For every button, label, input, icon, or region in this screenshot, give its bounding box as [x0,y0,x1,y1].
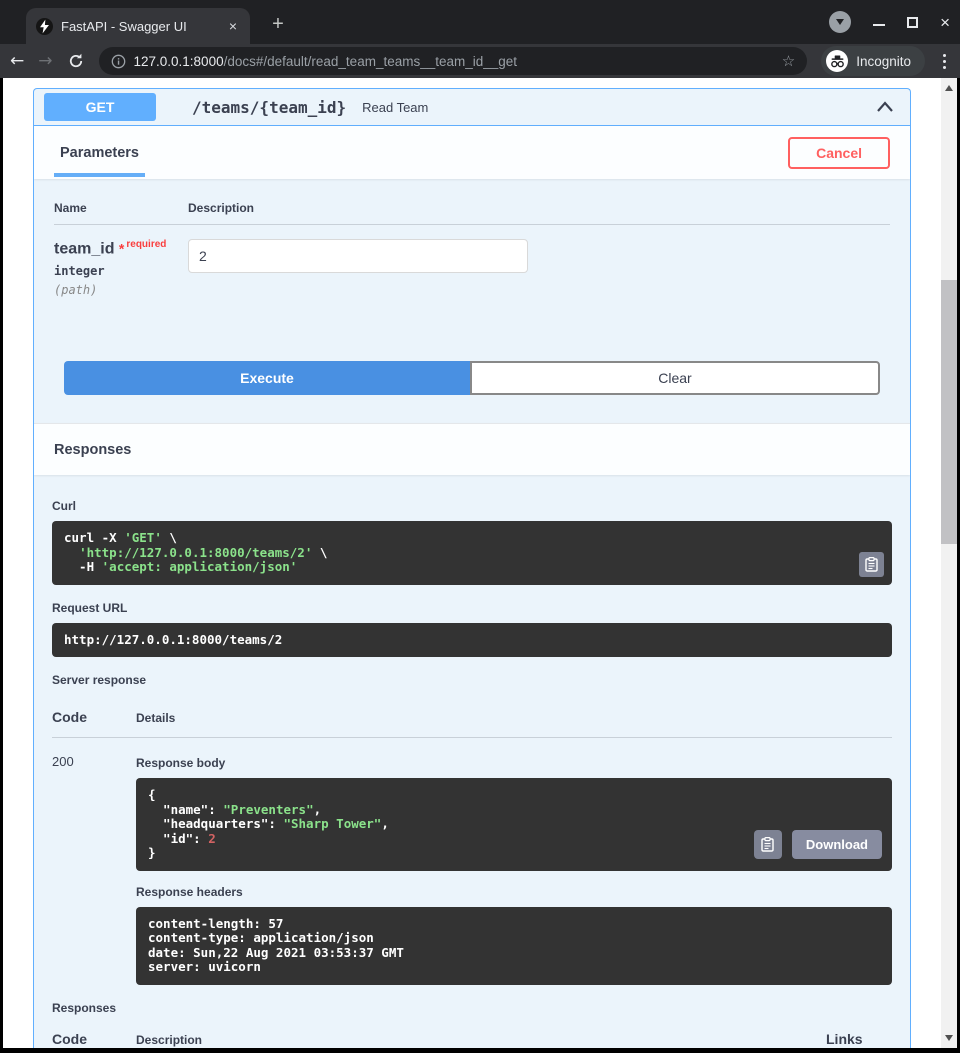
tab-search-button[interactable] [829,11,851,33]
parameter-row: team_id *required integer (path) [54,225,890,297]
response-details-cell: Response body { "name": "Preventers", "h… [136,754,892,985]
col-code-header: Code [52,709,136,725]
request-url-label: Request URL [52,601,892,615]
reload-button[interactable] [67,52,85,70]
fastapi-favicon-icon [36,18,53,35]
scroll-down-arrow[interactable] [945,1035,953,1041]
url-bar[interactable]: 127.0.0.1:8000/docs#/default/read_team_t… [99,47,808,75]
tab-title: FastAPI - Swagger UI [61,19,218,34]
copy-response-button[interactable] [754,830,782,859]
bookmark-star-icon[interactable]: ☆ [782,52,795,70]
response-header-line: date: Sun,22 Aug 2021 03:53:37 GMT [148,946,880,961]
response-headers-label: Response headers [136,885,892,899]
endpoint-summary: Read Team [362,100,428,115]
curl-label: Curl [52,499,892,513]
incognito-label: Incognito [856,54,911,69]
required-label: required [126,239,166,250]
response-header-line: server: uvicorn [148,960,880,975]
response-header-line: content-length: 57 [148,917,880,932]
documented-responses-table-header: Code Description Links [52,1015,892,1048]
responses-section-header: Responses [34,423,910,475]
parameter-name-cell: team_id *required integer (path) [54,239,188,297]
execute-button-group: Execute Clear [64,361,880,395]
parameter-location: (path) [54,283,188,297]
browser-menu-button[interactable] [939,54,950,69]
maximize-button[interactable] [907,17,918,28]
response-header-line: content-type: application/json [148,931,880,946]
col-details-header: Details [136,711,892,725]
download-button[interactable]: Download [792,830,882,859]
scroll-up-arrow[interactable] [945,85,953,91]
parameter-description-cell [188,239,890,297]
url-host: 127.0.0.1:8000 [134,54,224,69]
page-info-icon[interactable] [111,54,126,69]
collapse-chevron-icon[interactable] [876,100,894,114]
opblock-header[interactable]: GET /teams/{team_id} Read Team [34,89,910,126]
col-name-header: Name [54,201,188,215]
col-description-header: Description [136,1033,826,1047]
close-window-button[interactable]: × [940,14,950,31]
col-code-header: Code [52,1031,136,1047]
scrollbar-thumb[interactable] [941,280,957,544]
forward-button[interactable]: → [38,51,52,71]
response-body-block: { "name": "Preventers", "headquarters": … [136,778,892,871]
caret-down-icon [836,19,844,25]
cancel-button[interactable]: Cancel [788,137,890,169]
browser-window: FastAPI - Swagger UI × + × ← → 127.0.0 [0,0,960,1053]
url-text[interactable]: 127.0.0.1:8000/docs#/default/read_team_t… [134,54,774,69]
server-response-label: Server response [52,673,892,687]
back-button[interactable]: ← [10,51,24,71]
team-id-input[interactable] [188,239,528,273]
page-scrollbar[interactable] [941,78,957,1048]
parameters-section: Name Description team_id *required integ… [34,179,910,423]
clipboard-icon [865,557,878,572]
minimize-button[interactable] [873,24,885,26]
browser-toolbar: ← → 127.0.0.1:8000/docs#/default/read_te… [0,44,960,78]
status-code: 200 [52,754,136,985]
opblock-get-teams: GET /teams/{team_id} Read Team Parameter… [33,88,911,1048]
required-star: * [119,240,124,256]
request-url-value: http://127.0.0.1:8000/teams/2 [64,633,880,648]
col-description-header: Description [188,201,890,215]
parameter-name: team_id *required [54,239,188,258]
tab-parameters[interactable]: Parameters [54,126,145,179]
request-url-block: http://127.0.0.1:8000/teams/2 [52,623,892,658]
server-response-table-header: Code Details [52,687,892,738]
parameters-section-header: Parameters Cancel [34,126,910,179]
incognito-icon [826,50,848,72]
endpoint-path: /teams/{team_id} [192,98,346,117]
curl-code-block: curl -X 'GET' \ 'http://127.0.0.1:8000/t… [52,521,892,585]
browser-tab[interactable]: FastAPI - Swagger UI × [26,8,250,44]
parameters-table-header: Name Description [54,201,890,225]
documented-responses-label: Responses [52,1001,892,1015]
execute-button[interactable]: Execute [64,361,470,395]
responses-section: Curl curl -X 'GET' \ 'http://127.0.0.1:8… [34,475,910,1048]
parameter-type: integer [54,264,188,278]
response-body-label: Response body [136,756,892,770]
new-tab-button[interactable]: + [266,13,290,37]
response-headers-block: content-length: 57 content-type: applica… [136,907,892,985]
clear-button[interactable]: Clear [470,361,880,395]
http-method-badge: GET [44,93,156,121]
incognito-badge: Incognito [821,46,925,76]
responses-title: Responses [54,442,131,458]
tab-close-icon[interactable]: × [226,18,240,34]
server-response-row: 200 Response body { "name": "Preventers"… [52,738,892,985]
url-path: /docs#/default/read_team_teams__team_id_… [224,54,517,69]
col-links-header: Links [826,1031,892,1047]
clipboard-icon [761,837,774,852]
page-content: GET /teams/{team_id} Read Team Parameter… [0,78,960,1048]
tab-strip: FastAPI - Swagger UI × + × [0,0,960,44]
copy-curl-button[interactable] [859,552,884,577]
